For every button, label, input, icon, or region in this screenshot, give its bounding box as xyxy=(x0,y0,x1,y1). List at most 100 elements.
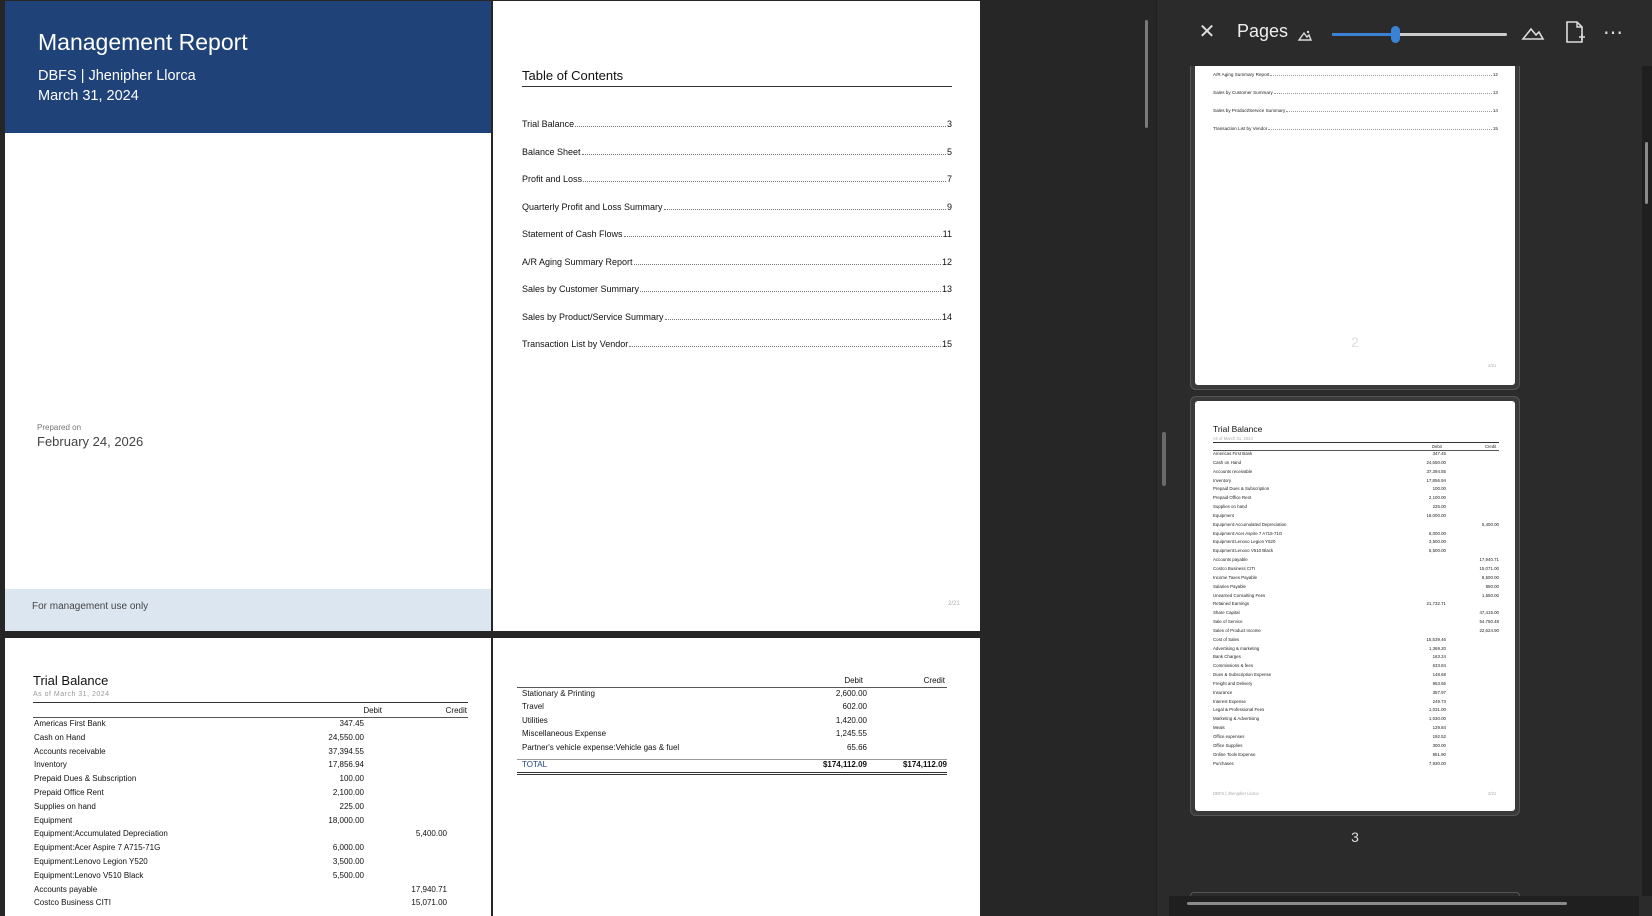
account-name: Freight and Delivery xyxy=(1213,680,1253,686)
toc-entry-leader xyxy=(664,318,941,320)
panel-resize-handle[interactable] xyxy=(1162,432,1166,486)
table-row: Utilities 1,420.00 xyxy=(522,716,947,729)
account-name: Equipment:Lenovo Legion Y520 xyxy=(1213,539,1276,545)
debit-value: 5,500.00 xyxy=(1428,548,1446,554)
thumbnail-3-asof: As of March 31, 2024 xyxy=(1213,436,1253,441)
account-name: Income Taxes Payable xyxy=(1213,574,1258,580)
cover-footer-text: For management use only xyxy=(32,601,149,612)
thumbnail-table-row: Americas First Bank 347.45 xyxy=(1213,451,1499,460)
table-row: Accounts receivable 37,394.55 xyxy=(34,747,469,761)
thumbnail-3-credit: Credit xyxy=(1485,444,1497,449)
report-subtitle: DBFS | Jhenipher Llorca xyxy=(38,68,196,84)
account-name: Accounts receivable xyxy=(1213,468,1253,474)
account-name: Equipment:Lenovo V510 Black xyxy=(34,870,144,880)
zoom-in-mountain-icon[interactable] xyxy=(1521,24,1545,42)
debit-value: 5,500.00 xyxy=(332,870,364,880)
account-name: Prepaid Office Rent xyxy=(34,787,104,797)
toc-entry-page: 15 xyxy=(941,339,952,349)
debit-value: 1,369.20 xyxy=(1428,645,1446,651)
debit-value: 15,539.46 xyxy=(1426,636,1446,642)
account-name: Commissions & fees xyxy=(1213,663,1254,669)
debit-value: 18,000.00 xyxy=(328,815,364,825)
panel-vertical-scroll-area xyxy=(1642,66,1652,896)
thumbnail-table-row: Interest Expense 249.73 xyxy=(1213,699,1499,708)
thumbnail-3-page: Trial Balance As of March 31, 2024 Debit… xyxy=(1195,401,1515,811)
page-thumbnail-3[interactable]: Trial Balance As of March 31, 2024 Debit… xyxy=(1190,396,1520,816)
toc-entry[interactable]: Quarterly Profit and Loss Summary 9 xyxy=(522,202,952,230)
debit-value: 225.00 xyxy=(1432,504,1446,510)
close-panel-icon[interactable]: ✕ xyxy=(1195,20,1219,44)
thumbnail-table-row: Unearned Consulting Fees 1,550.00 xyxy=(1213,593,1499,602)
toc-entry[interactable]: Profit and Loss 7 xyxy=(522,174,952,202)
toc-entry-label: Sales by Product/Service Summary xyxy=(522,311,664,322)
toc-entry-leader xyxy=(581,153,946,155)
account-name: Bank Charges xyxy=(1213,654,1241,660)
account-name: Dues & Subscription Expense xyxy=(1213,672,1272,678)
toc-title: Table of Contents xyxy=(522,68,952,87)
debit-value: 357.97 xyxy=(1432,689,1446,695)
debit-value: 851.90 xyxy=(1432,751,1446,757)
account-name: Interest Expense xyxy=(1213,698,1246,704)
debit-value: 347.45 xyxy=(339,719,364,728)
table-row: Inventory 17,856.94 xyxy=(34,760,469,774)
debit-value: 300.00 xyxy=(1432,742,1446,748)
thumbnail-table-row: Accounts receivable 37,394.55 xyxy=(1213,469,1499,478)
toc-entry[interactable]: A/R Aging Summary Report 12 xyxy=(522,257,952,285)
credit-value: 47,415.00 xyxy=(1479,610,1499,616)
toc-entry-page: 12 xyxy=(941,256,952,267)
thumbnail-table-row: Inventory 17,856.94 xyxy=(1213,478,1499,487)
toc-entry-label: Sales by Customer Summary xyxy=(522,284,640,294)
debit-value: 163.24 xyxy=(1432,654,1446,660)
toc-entry[interactable]: Transaction List by Vendor 15 xyxy=(522,339,952,367)
zoom-out-mountain-icon[interactable] xyxy=(1297,28,1313,42)
account-name: Americas First Bank xyxy=(34,719,106,728)
more-options-icon[interactable]: ⋯ xyxy=(1603,20,1624,45)
zoom-slider-thumb[interactable] xyxy=(1391,26,1400,43)
table-row: Equipment:Accumulated Depreciation 5,400.… xyxy=(34,829,469,843)
thumbnail-list[interactable]: A/R Aging Summary Report 12 Sales by Custo… xyxy=(1169,66,1639,896)
account-name: Equipment:Lenovo V510 Black xyxy=(1213,548,1274,554)
table-row: Prepaid Dues & Subscription 100.00 xyxy=(34,774,469,788)
thumbnail-toc-entry: Sales by Product/Service Summary 14 xyxy=(1213,108,1498,126)
account-name: Cash on Hand xyxy=(34,732,86,742)
account-name: Online Tools Expense xyxy=(1213,751,1256,757)
toc-list: Trial Balance 3 Balance Sheet 5 Profit and L… xyxy=(522,119,952,367)
toc-entry-page: 14 xyxy=(941,311,952,322)
document-viewer[interactable]: Management Report DBFS | Jhenipher Llorc… xyxy=(0,0,1156,916)
table-row: Partner's vehicle expense:Vehicle gas & … xyxy=(522,743,947,756)
toc-entry[interactable]: Sales by Customer Summary 13 xyxy=(522,284,952,312)
account-name: Meals xyxy=(1213,725,1225,731)
account-name: Advertising & marketing xyxy=(1213,645,1260,651)
toc-entry-label: Quarterly Profit and Loss Summary xyxy=(522,201,663,212)
pages-panel-title: Pages xyxy=(1237,21,1289,41)
thumbnail-table-row: Supplies on hand 225.00 xyxy=(1213,504,1499,513)
horizontal-scroll-area xyxy=(1169,896,1639,916)
thumbnail-table-row: Advertising & marketing 1,369.20 xyxy=(1213,646,1499,655)
toc-entry-leader xyxy=(623,236,942,237)
account-name: Equipment xyxy=(34,815,73,825)
total-debit: $174,112.09 xyxy=(822,760,867,769)
thumbnail-table-row: Equipment:Lenovo V510 Black 5,500.00 xyxy=(1213,548,1499,557)
main-scrollbar[interactable] xyxy=(1145,20,1148,128)
debit-value: 18,000.00 xyxy=(1426,512,1446,518)
thumbnail-toc-label: A/R Aging Summary Report xyxy=(1213,72,1270,77)
thumbnail-3-footer: DBFS | Jhenipher Llorca xyxy=(1213,791,1259,796)
debit-value: 7,930.00 xyxy=(1428,760,1446,766)
toc-entry[interactable]: Balance Sheet 5 xyxy=(522,147,952,175)
debit-header: Debit xyxy=(844,676,863,685)
toc-entry[interactable]: Trial Balance 3 xyxy=(522,119,952,147)
cover-header: Management Report DBFS | Jhenipher Llorc… xyxy=(5,1,491,133)
thumbnail-2-label: 2 xyxy=(1351,334,1359,350)
account-name: Equipment:Acer Aspire 7 A715-71G xyxy=(1213,530,1283,536)
insert-page-icon[interactable] xyxy=(1564,20,1586,46)
panel-vertical-scrollbar[interactable] xyxy=(1645,142,1648,204)
toc-entry[interactable]: Sales by Product/Service Summary 14 xyxy=(522,312,952,340)
account-name: Retained Earnings xyxy=(1213,601,1250,607)
toc-entry[interactable]: Statement of Cash Flows 11 xyxy=(522,229,952,257)
debit-value: 37,394.55 xyxy=(328,746,364,756)
panel-horizontal-scrollbar[interactable] xyxy=(1187,902,1567,905)
zoom-slider[interactable] xyxy=(1332,26,1507,43)
thumbnail-table-row: Equipment:Acer Aspire 7 A715-71G 6,000.00 xyxy=(1213,531,1499,540)
debit-value: 37,394.55 xyxy=(1426,468,1446,474)
thumbnail-table-row: Legal & Professional Fees 1,031.00 xyxy=(1213,707,1499,716)
